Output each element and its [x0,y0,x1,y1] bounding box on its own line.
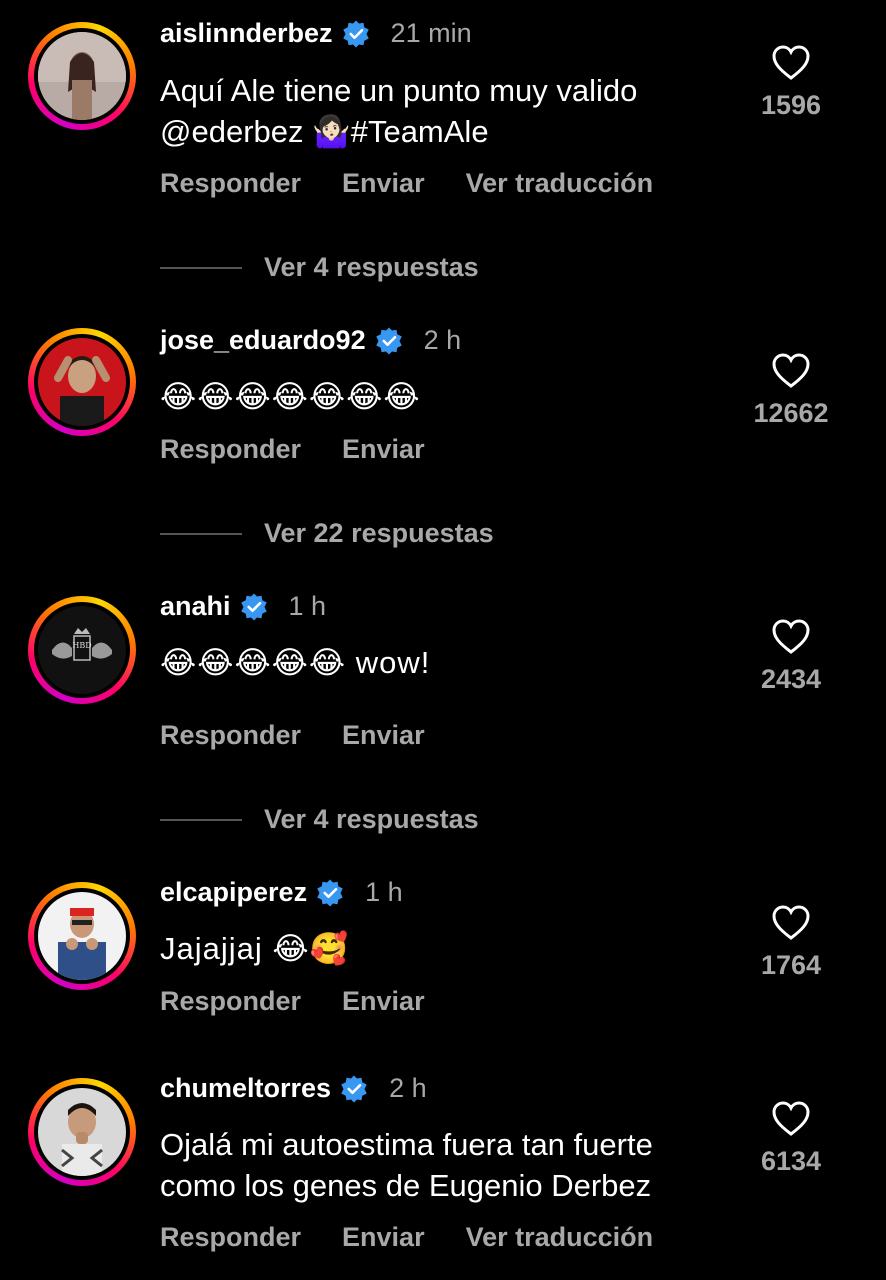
reply-button[interactable]: Responder [160,986,301,1017]
divider [160,266,242,269]
verified-badge-icon [240,593,267,620]
reply-button[interactable]: Responder [160,1222,301,1253]
send-button[interactable]: Enviar [342,986,425,1017]
timestamp: 1 h [365,877,403,907]
username[interactable]: anahi [160,591,231,622]
translate-button[interactable]: Ver traducción [466,168,654,199]
heart-outline-icon[interactable] [771,618,811,656]
avatar-story-ring[interactable] [28,22,136,130]
avatar-story-ring[interactable] [28,328,136,436]
like-area: 6134 [746,1100,836,1177]
comment-text: Jajajjaj 😂🥰 [160,931,350,966]
heart-outline-icon[interactable] [771,44,811,82]
send-button[interactable]: Enviar [342,1222,425,1253]
comment-text: Ojalá mi autoestima fuera tan fuerte com… [160,1127,653,1203]
like-count: 12662 [753,398,829,428]
verified-badge-icon [341,1075,367,1102]
like-count: 2434 [760,664,822,694]
reply-button[interactable]: Responder [160,720,301,751]
username[interactable]: jose_eduardo92 [160,325,366,356]
timestamp: 2 h [389,1073,427,1103]
timestamp: 21 min [390,18,472,48]
view-replies[interactable]: Ver 4 respuestas [160,252,479,283]
avatar[interactable] [38,1088,126,1176]
avatar[interactable] [38,338,126,426]
timestamp: 1 h [288,591,327,621]
comment-text: Aquí Ale tiene un punto muy valido @eder… [160,73,638,149]
avatar[interactable] [38,32,126,120]
username[interactable]: chumeltorres [160,1073,331,1104]
avatar-story-ring[interactable] [28,1078,136,1186]
timestamp: 2 h [423,325,462,355]
send-button[interactable]: Enviar [342,720,425,751]
verified-badge-icon [342,20,369,47]
reply-button[interactable]: Responder [160,434,301,465]
username[interactable]: aislinnderbez [160,18,333,49]
like-count: 1764 [760,950,822,980]
like-area: 12662 [738,352,844,429]
username[interactable]: elcapiperez [160,877,307,908]
like-area: 1596 [746,44,836,121]
verified-badge-icon [317,879,343,906]
divider [160,818,242,821]
verified-badge-icon [375,327,402,354]
avatar-story-ring[interactable] [28,882,136,990]
comment-text: 😂😂😂😂😂 wow! [160,645,431,680]
avatar[interactable] [38,892,126,980]
svg-text:HBD: HBD [72,641,91,650]
heart-outline-icon[interactable] [771,352,811,390]
avatar-story-ring[interactable]: HBD [28,596,136,704]
heart-outline-icon[interactable] [771,904,811,942]
view-replies[interactable]: Ver 4 respuestas [160,804,479,835]
like-count: 6134 [760,1146,822,1176]
translate-button[interactable]: Ver traducción [466,1222,654,1253]
view-replies[interactable]: Ver 22 respuestas [160,518,494,549]
send-button[interactable]: Enviar [342,434,425,465]
avatar[interactable]: HBD [38,606,126,694]
comment-text: 😂😂😂😂😂😂😂 [160,379,421,414]
heart-outline-icon[interactable] [771,1100,811,1138]
send-button[interactable]: Enviar [342,168,425,199]
like-count: 1596 [760,90,822,120]
reply-button[interactable]: Responder [160,168,301,199]
like-area: 2434 [746,618,836,695]
like-area: 1764 [746,904,836,981]
divider [160,532,242,535]
